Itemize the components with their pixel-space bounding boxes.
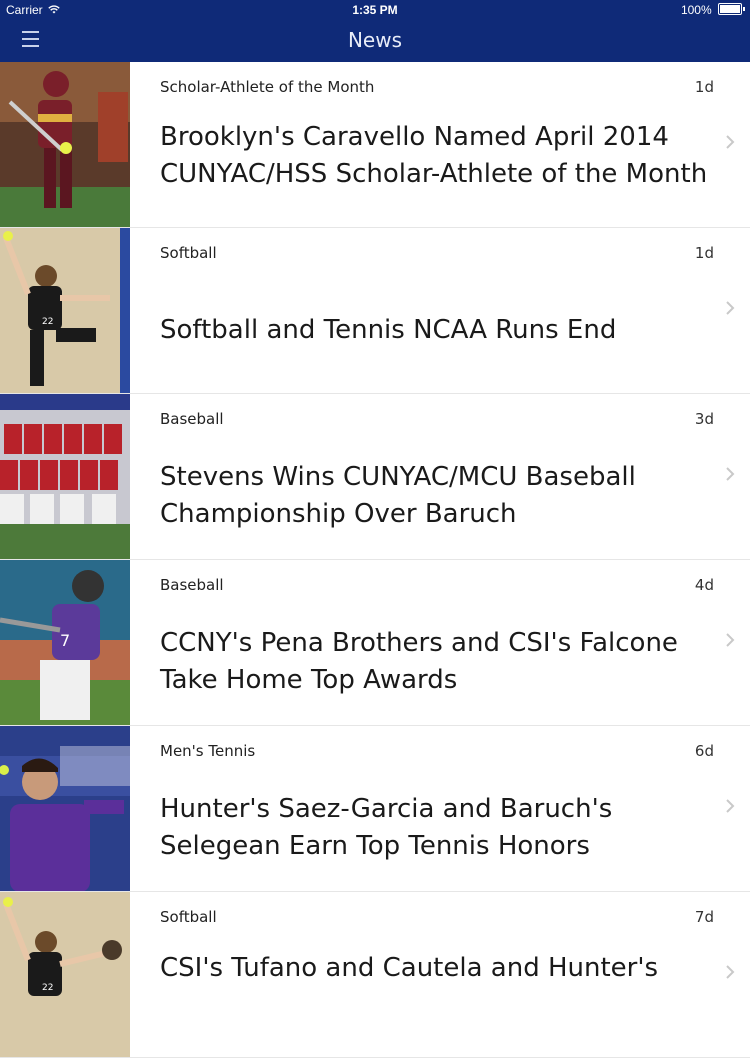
item-category: Men's Tennis [160, 742, 256, 760]
chevron-right-icon [726, 965, 735, 979]
battery-icon [718, 3, 745, 15]
item-category: Baseball [160, 410, 224, 428]
item-category: Scholar-Athlete of the Month [160, 78, 375, 96]
svg-text:22: 22 [42, 983, 53, 993]
item-age: 3d [694, 410, 714, 428]
baseball-team-photo [0, 394, 130, 559]
chevron-right-icon [726, 301, 735, 315]
news-item[interactable]: Men's Tennis 6d Hunter's Saez-Garcia and… [0, 726, 750, 892]
news-item[interactable]: 22 Softball 1d Softball and Tennis NCAA … [0, 228, 750, 394]
item-age: 6d [694, 742, 714, 760]
battery-indicator: 100% [681, 3, 745, 17]
news-list: Scholar-Athlete of the Month 1d Brooklyn… [0, 62, 750, 1058]
chevron-right-icon [726, 467, 735, 481]
chevron-right-icon [726, 135, 735, 149]
item-title[interactable]: CSI's Tufano and Cautela and Hunter's [160, 944, 720, 987]
chevron-right-icon [726, 633, 735, 647]
svg-text:22: 22 [42, 317, 53, 327]
status-time: 1:35 PM [352, 3, 398, 17]
item-title[interactable]: Brooklyn's Caravello Named April 2014 CU… [160, 114, 720, 198]
item-title[interactable]: Hunter's Saez-Garcia and Baruch's Selege… [160, 778, 720, 878]
page-title: News [347, 28, 403, 52]
news-item[interactable]: 22 Softball 7d CSI's Tufano and Cautela … [0, 892, 750, 1058]
chevron-right-icon [726, 799, 735, 813]
softball-batter-photo [0, 62, 130, 227]
item-age: 7d [694, 908, 714, 926]
item-age: 1d [694, 244, 714, 262]
news-item[interactable]: Baseball 3d Stevens Wins CUNYAC/MCU Base… [0, 394, 750, 560]
svg-text:7: 7 [60, 631, 70, 650]
news-item[interactable]: Scholar-Athlete of the Month 1d Brooklyn… [0, 62, 750, 228]
item-category: Softball [160, 244, 217, 262]
item-category: Baseball [160, 576, 224, 594]
nav-bar: Carrier 1:35 PM 100% News [0, 0, 750, 62]
item-title[interactable]: CCNY's Pena Brothers and CSI's Falcone T… [160, 612, 720, 712]
item-age: 4d [694, 576, 714, 594]
item-category: Softball [160, 908, 217, 926]
status-bar: Carrier 1:35 PM 100% [0, 0, 750, 20]
item-title[interactable]: Stevens Wins CUNYAC/MCU Baseball Champio… [160, 446, 720, 546]
softball-pitcher-photo: 22 [0, 892, 130, 1057]
baseball-batter-photo: 7 [0, 560, 130, 725]
news-item[interactable]: 7 Baseball 4d CCNY's Pena Brothers and C… [0, 560, 750, 726]
item-age: 1d [694, 78, 714, 96]
tennis-player-photo [0, 726, 130, 891]
item-title[interactable]: Softball and Tennis NCAA Runs End [160, 280, 720, 380]
softball-pitcher-photo: 22 [0, 228, 130, 393]
